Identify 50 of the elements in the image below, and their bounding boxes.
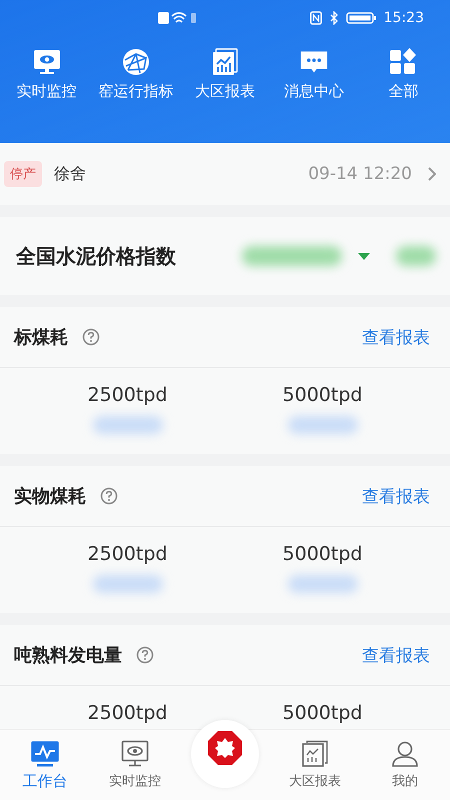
monitor-icon [32,48,61,76]
quick-menu-item[interactable]: 全部 [358,48,448,101]
capacity-label: 2500tpd [88,543,168,565]
blurred-value [92,575,162,593]
tab-item[interactable]: 实时监控 [90,730,180,800]
quick-menu-item[interactable]: 消息中心 [270,48,359,101]
help-icon[interactable] [82,328,100,346]
capacity-label: 2500tpd [88,702,168,724]
view-report-link[interactable]: 查看报表 [362,644,430,666]
pulse-icon [31,740,59,768]
alert-row[interactable]: 停产 徐舍 09-14 12:20 [0,143,450,205]
monitor-icon [121,740,149,768]
tab-item[interactable]: 我的 [360,730,450,800]
blurred-value [288,416,358,434]
capacity-label: 2500tpd [88,384,168,406]
capacity-label: 5000tpd [282,702,362,724]
bluetooth-icon [330,11,338,25]
quick-menu-item[interactable]: 大区报表 [180,48,270,101]
notification-icons [158,11,198,25]
metric-title: 吨熟料发电量 [14,644,122,667]
blurred-value [396,246,436,266]
capacity-label: 5000tpd [282,384,362,406]
clock-time: 15:23 [384,10,424,26]
report-icon [211,48,239,76]
metric-title: 标煤耗 [14,326,68,349]
price-index-title: 全国水泥价格指数 [16,242,176,270]
blurred-value [92,416,162,434]
person-icon [391,740,419,768]
view-report-link[interactable]: 查看报表 [362,326,430,348]
down-triangle-icon [358,252,370,260]
blurred-value [288,575,358,593]
help-icon[interactable] [100,487,118,505]
plant-name: 徐舍 [54,164,86,184]
status-tag: 停产 [4,161,42,187]
octagon-logo-icon [207,730,243,766]
metric-title: 实物煤耗 [14,485,86,508]
capacity-label: 5000tpd [282,543,362,565]
tab-item[interactable]: 工作台 [0,730,90,800]
nfc-icon [310,11,322,25]
chevron-right-icon [428,167,436,181]
report-icon [301,740,329,768]
globe-icon [122,48,150,76]
grid-icon [389,48,418,76]
battery-icon [346,11,376,25]
quick-menu-item[interactable]: 窑运行指标 [91,48,180,101]
tab-item[interactable]: 大区报表 [270,730,360,800]
quick-menu-item[interactable]: 实时监控 [2,48,92,101]
help-icon[interactable] [136,646,154,664]
view-report-link[interactable]: 查看报表 [362,484,430,508]
alert-time: 09-14 12:20 [308,164,412,184]
